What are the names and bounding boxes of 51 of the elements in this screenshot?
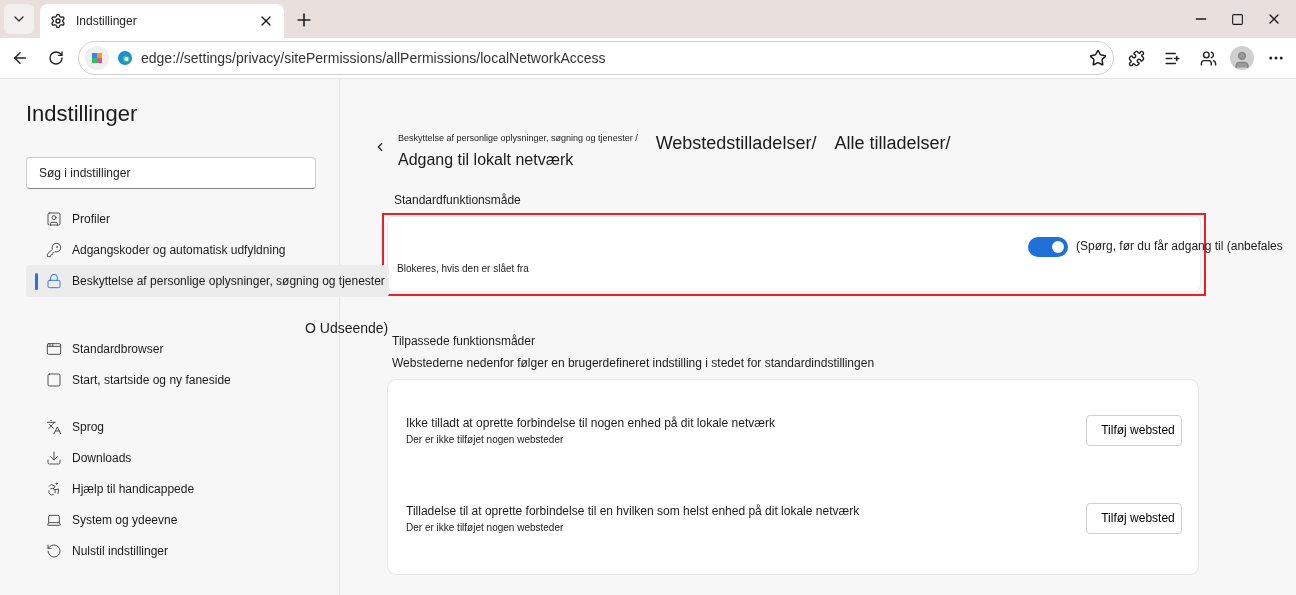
puzzle-icon[interactable] — [1127, 49, 1145, 67]
sidebar-item[interactable]: Standardbrowser — [26, 333, 315, 364]
breadcrumb-link[interactable]: Webstedstilladelser/ — [655, 133, 817, 154]
favorite-star-icon[interactable] — [1089, 49, 1107, 67]
setting-description: Blokeres, hvis den er slået fra — [397, 263, 529, 274]
tab-list-button[interactable] — [4, 4, 34, 34]
selection-indicator — [35, 273, 38, 290]
breadcrumb-link[interactable]: Beskyttelse af personlige oplysninger, søgning og tjenester / — [398, 133, 638, 143]
breadcrumb-link[interactable]: Alle tilladelser/ — [834, 133, 951, 154]
tab-title: Indstillinger — [76, 14, 138, 28]
stray-label: O Udseende) — [305, 320, 389, 336]
sidebar-icon — [46, 241, 62, 258]
settings-icon — [50, 13, 66, 29]
add-site-button[interactable]: Tilføj websted — [1086, 502, 1182, 534]
sidebar-item[interactable]: Start, startside og ny faneside — [26, 364, 315, 395]
sidebar-item[interactable]: Sprog — [26, 411, 315, 442]
sidebar-item[interactable]: Profiler — [26, 203, 315, 234]
add-site-button[interactable]: Tilføj websted — [1086, 414, 1182, 446]
profile-avatar[interactable] — [1230, 46, 1254, 70]
sidebar-icon — [46, 449, 62, 466]
search-field[interactable]: Søg i indstillinger — [26, 157, 316, 189]
sidebar-item[interactable]: System og ydeevne — [26, 504, 315, 535]
sidebar-icon — [46, 480, 62, 497]
sidebar-icon — [46, 418, 62, 435]
url-text: edge://settings/privacy/sitePermissions/allPermissions/localNetworkAccess — [141, 50, 607, 66]
sidebar-item[interactable]: Hjælp til handicappede — [26, 473, 315, 504]
sidebar-item[interactable]: Beskyttelse af personlige oplysninger, søgning og tjenester — [26, 265, 389, 297]
sidebar-icon — [46, 371, 62, 388]
row-title: Ikke tilladt at oprette forbindelse til nogen enhed på dit lokale netværk — [406, 415, 775, 430]
sidebar-item[interactable]: Adgangskoder og automatisk udfyldning — [26, 234, 315, 265]
maximize-icon[interactable] — [1231, 12, 1244, 26]
row-subtitle: Der er ikke tilføjet nogen websteder — [406, 433, 565, 445]
sidebar-icon — [46, 340, 62, 357]
sidebar-icon — [46, 210, 62, 227]
section-heading: Standardfunktionsmåde — [394, 193, 522, 207]
section-description: Webstederne nedenfor følger en brugerdefineret indstilling i stedet for standardindstillingen — [392, 356, 876, 370]
sidebar-item[interactable]: Downloads — [26, 442, 315, 473]
people-icon[interactable] — [1199, 49, 1217, 67]
row-title: Tilladelse til at oprette forbindelse til en hvilken som helst enhed på dit lokale netværk — [406, 503, 860, 518]
sidebar-item[interactable]: Nulstil indstillinger — [26, 535, 315, 566]
copilot-icon[interactable] — [85, 46, 109, 70]
section-heading: Tilpassede funktionsmåder — [392, 334, 536, 348]
row-subtitle: Der er ikke tilføjet nogen websteder — [406, 521, 565, 533]
page-title: Adgang til lokalt netværk — [398, 151, 575, 169]
browser-tab[interactable]: Indstillinger — [40, 4, 284, 38]
refresh-icon[interactable] — [48, 50, 64, 66]
edge-logo-icon — [117, 50, 133, 66]
sidebar-icon — [46, 542, 62, 559]
toggle-switch[interactable] — [1028, 237, 1068, 257]
sidebar-icon — [46, 273, 62, 289]
sidebar-title: Indstillinger — [26, 101, 139, 127]
